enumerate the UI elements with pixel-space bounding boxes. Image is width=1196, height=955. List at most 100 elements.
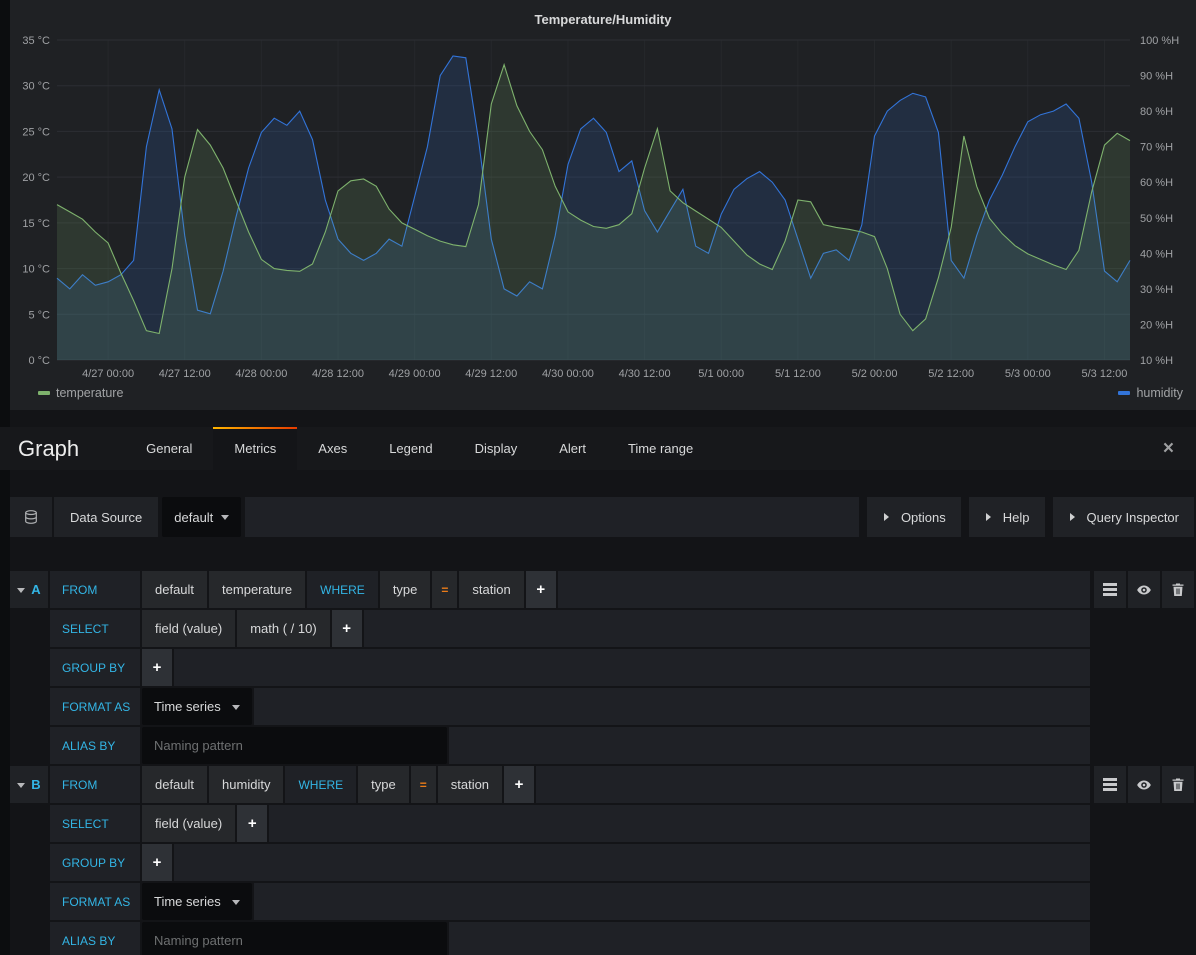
query-menu-icon[interactable] (1094, 571, 1126, 608)
database-icon (10, 497, 52, 537)
query-b-select-row: SELECT field (value) + (10, 805, 1090, 842)
tab-legend[interactable]: Legend (368, 427, 453, 470)
select-field-segment[interactable]: field (value) (142, 805, 235, 842)
close-icon[interactable]: × (1163, 427, 1174, 470)
toggle-visibility-eye-icon[interactable] (1128, 571, 1160, 608)
toggle-visibility-eye-icon[interactable] (1128, 766, 1160, 803)
svg-text:30 °C: 30 °C (22, 81, 50, 93)
temperature-color-chip (38, 391, 50, 395)
add-group-by-button[interactable]: + (142, 844, 172, 881)
query-a-collapse-toggle[interactable]: A (10, 571, 48, 608)
delete-query-trash-icon[interactable] (1162, 766, 1194, 803)
svg-text:80 %H: 80 %H (1140, 106, 1173, 118)
help-button[interactable]: Help (969, 497, 1045, 537)
tab-general[interactable]: General (125, 427, 213, 470)
svg-text:4/27 00:00: 4/27 00:00 (82, 368, 134, 378)
query-b-from-row: B FROM default humidity WHERE type = sta… (10, 766, 1194, 803)
format-as-select[interactable]: Time series (142, 883, 252, 920)
panel-type-title: Graph (18, 427, 79, 470)
alias-by-input[interactable] (142, 727, 447, 764)
tab-time-range[interactable]: Time range (607, 427, 714, 470)
format-as-label: FORMAT AS (50, 883, 140, 920)
svg-text:90 %H: 90 %H (1140, 71, 1173, 83)
add-condition-button[interactable]: + (504, 766, 534, 803)
add-group-by-button[interactable]: + (142, 649, 172, 686)
metrics-editor: Data Source default Options Help Query I… (0, 470, 1196, 955)
format-as-select[interactable]: Time series (142, 688, 252, 725)
svg-text:4/27 12:00: 4/27 12:00 (159, 368, 211, 378)
row-filler (536, 766, 1090, 803)
svg-text:4/29 12:00: 4/29 12:00 (465, 368, 517, 378)
query-inspector-label: Query Inspector (1087, 510, 1180, 525)
query-ref-letter: B (31, 777, 40, 792)
add-select-button[interactable]: + (237, 805, 267, 842)
query-b-collapse-toggle[interactable]: B (10, 766, 48, 803)
select-math-segment[interactable]: math ( / 10) (237, 610, 329, 647)
alias-by-input[interactable] (142, 922, 447, 955)
svg-text:70 %H: 70 %H (1140, 142, 1173, 154)
add-condition-button[interactable]: + (526, 571, 556, 608)
query-block-a: A FROM default temperature WHERE type = … (10, 571, 1194, 764)
where-keyword[interactable]: WHERE (285, 766, 356, 803)
chevron-down-icon (17, 783, 25, 792)
tab-display[interactable]: Display (454, 427, 539, 470)
svg-text:4/28 00:00: 4/28 00:00 (235, 368, 287, 378)
svg-text:25 °C: 25 °C (22, 126, 50, 138)
query-a-format-row: FORMAT AS Time series (10, 688, 1090, 725)
row-filler (449, 727, 1090, 764)
svg-text:20 %H: 20 %H (1140, 319, 1173, 331)
humidity-legend-item[interactable]: humidity (1118, 386, 1183, 400)
options-button[interactable]: Options (867, 497, 961, 537)
chevron-down-icon (17, 588, 25, 597)
svg-text:5/1 00:00: 5/1 00:00 (698, 368, 744, 378)
from-datasource-segment[interactable]: default (142, 571, 207, 608)
timeseries-chart[interactable]: 4/27 00:00 4/27 12:00 4/28 00:00 4/28 12:00… (10, 28, 1196, 378)
svg-text:4/28 12:00: 4/28 12:00 (312, 368, 364, 378)
row-filler (449, 922, 1090, 955)
tab-axes[interactable]: Axes (297, 427, 368, 470)
query-a-alias-row: ALIAS BY (10, 727, 1090, 764)
select-field-segment[interactable]: field (value) (142, 610, 235, 647)
chevron-down-icon (232, 900, 240, 909)
datasource-select[interactable]: default (162, 497, 241, 537)
humidity-color-chip (1118, 391, 1130, 395)
delete-query-trash-icon[interactable] (1162, 571, 1194, 608)
from-measurement-segment[interactable]: humidity (209, 766, 283, 803)
svg-text:5/2 12:00: 5/2 12:00 (928, 368, 974, 378)
svg-text:30 %H: 30 %H (1140, 284, 1173, 296)
where-keyword[interactable]: WHERE (307, 571, 378, 608)
row-filler (174, 649, 1090, 686)
panel-title[interactable]: Temperature/Humidity (10, 0, 1196, 27)
where-tag-value-segment[interactable]: station (438, 766, 502, 803)
panel-gap (0, 410, 1196, 427)
svg-text:15 °C: 15 °C (22, 218, 50, 230)
where-operator-segment[interactable]: = (432, 571, 457, 608)
select-label: SELECT (50, 805, 140, 842)
chevron-right-icon (986, 513, 995, 521)
chevron-right-icon (884, 513, 893, 521)
tab-alert[interactable]: Alert (538, 427, 607, 470)
from-datasource-segment[interactable]: default (142, 766, 207, 803)
svg-text:50 %H: 50 %H (1140, 213, 1173, 225)
chevron-down-icon (221, 515, 229, 524)
datasource-label: Data Source (54, 497, 158, 537)
row-filler (269, 805, 1090, 842)
tab-metrics[interactable]: Metrics (213, 427, 297, 470)
where-tag-key-segment[interactable]: type (358, 766, 409, 803)
panel-editor-tabbar: Graph General Metrics Axes Legend Displa… (0, 427, 1196, 470)
query-ref-letter: A (31, 582, 40, 597)
from-measurement-segment[interactable]: temperature (209, 571, 305, 608)
svg-text:10 %H: 10 %H (1140, 355, 1173, 367)
svg-text:100 %H: 100 %H (1140, 35, 1179, 47)
query-menu-icon[interactable] (1094, 766, 1126, 803)
svg-text:5 °C: 5 °C (28, 309, 50, 321)
help-label: Help (1003, 510, 1030, 525)
temperature-legend-item[interactable]: temperature (38, 386, 123, 400)
query-inspector-button[interactable]: Query Inspector (1053, 497, 1195, 537)
svg-text:0 °C: 0 °C (28, 355, 50, 367)
where-operator-segment[interactable]: = (411, 766, 436, 803)
where-tag-key-segment[interactable]: type (380, 571, 431, 608)
add-select-button[interactable]: + (332, 610, 362, 647)
where-tag-value-segment[interactable]: station (459, 571, 523, 608)
datasource-value: default (174, 510, 213, 525)
